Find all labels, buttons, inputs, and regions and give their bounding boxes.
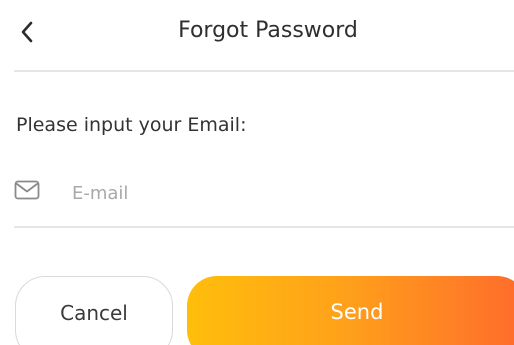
email-input[interactable] [72, 174, 502, 212]
email-field-row [14, 174, 514, 218]
forgot-password-screen: Forgot Password Please input your Email:… [0, 0, 514, 345]
email-divider [14, 226, 514, 228]
header-divider [14, 70, 514, 72]
header: Forgot Password [0, 0, 514, 68]
page-title: Forgot Password [178, 18, 358, 43]
mail-icon [14, 179, 42, 203]
send-button[interactable]: Send [187, 276, 514, 345]
cancel-button[interactable]: Cancel [15, 276, 173, 345]
email-prompt-label: Please input your Email: [16, 114, 247, 136]
